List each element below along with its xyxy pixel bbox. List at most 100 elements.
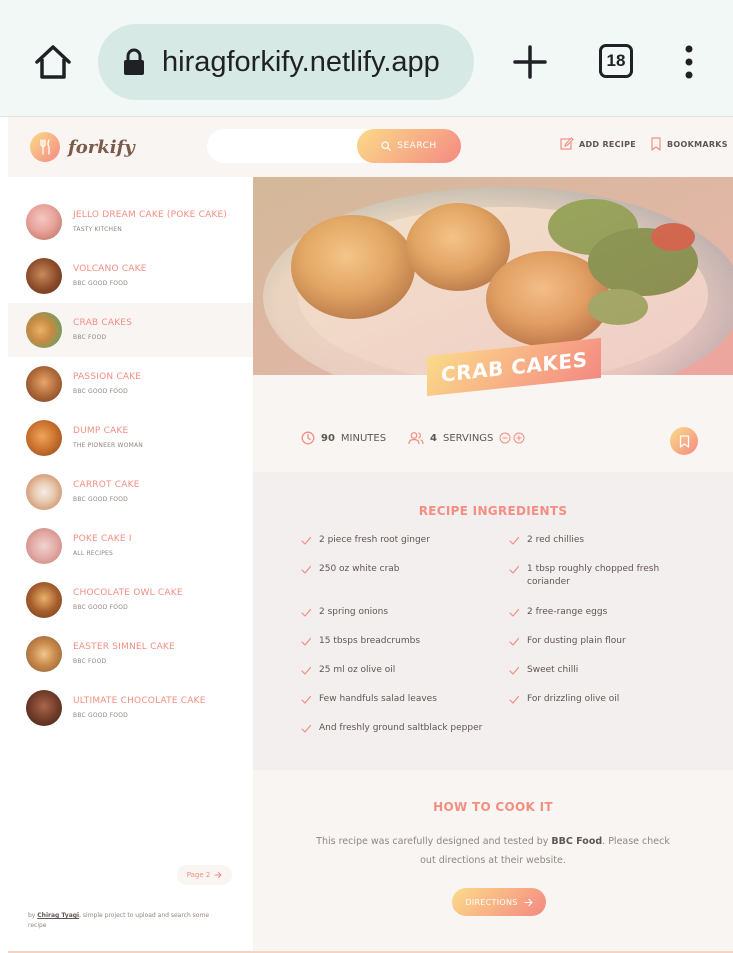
ingredient-item: And freshly ground saltblack pepper: [301, 722, 531, 735]
result-item[interactable]: EASTER SIMNEL CAKE BBC FOOD: [8, 627, 253, 681]
ingredient-text: And freshly ground saltblack pepper: [319, 723, 483, 733]
app-header: forkify SEARCH ADD RECIPE BOOKMARKS: [8, 117, 733, 177]
search-button[interactable]: SEARCH: [357, 129, 461, 163]
result-item[interactable]: CHOCOLATE OWL CAKE BBC GOOD FOOD: [8, 573, 253, 627]
result-thumbnail: [26, 636, 62, 672]
add-recipe-button[interactable]: ADD RECIPE: [560, 137, 636, 151]
ingredient-item: For drizzling olive oil: [509, 693, 699, 706]
ingredient-text: 2 free-range eggs: [527, 607, 608, 617]
ingredient-text: Few handfuls salad leaves: [319, 694, 437, 704]
pagination-next-button[interactable]: Page 2: [177, 865, 232, 885]
recipe-details: 90 MINUTES 4 SERVINGS: [253, 421, 733, 461]
ingredient-text: For dusting plain flour: [527, 636, 626, 646]
arrow-right-icon: [214, 872, 222, 878]
recipe-view: CRAB CAKES 90 MINUTES 4 SERVINGS RECIPE …: [253, 177, 733, 953]
ingredient-text: 2 piece fresh root ginger: [319, 535, 430, 545]
ingredient-item: 250 oz white crab: [301, 563, 491, 576]
bookmark-recipe-button[interactable]: [670, 427, 698, 455]
result-publisher: BBC FOOD: [73, 658, 107, 665]
recipe-title: CRAB CAKES: [441, 347, 588, 387]
recipe-image: [253, 177, 733, 375]
result-title: POKE CAKE I: [73, 534, 132, 544]
recipe-ingredients: RECIPE INGREDIENTS 2 piece fresh root gi…: [253, 472, 733, 770]
result-item[interactable]: ULTIMATE CHOCOLATE CAKE BBC GOOD FOOD: [8, 681, 253, 735]
ingredient-item: 2 spring onions: [301, 606, 491, 619]
result-thumbnail: [26, 420, 62, 456]
menu-icon[interactable]: [682, 44, 696, 80]
logo[interactable]: forkify: [30, 131, 135, 163]
ingredient-item: 2 piece fresh root ginger: [301, 534, 491, 547]
logo-text: forkify: [68, 136, 135, 158]
result-thumbnail: [26, 366, 62, 402]
cook-heading: HOW TO COOK IT: [433, 800, 553, 814]
author-link[interactable]: Chirag Tyagi: [37, 912, 79, 919]
add-recipe-label: ADD RECIPE: [579, 139, 637, 149]
check-icon: [509, 637, 519, 646]
result-item[interactable]: DUMP CAKE THE PIONEER WOMAN: [8, 411, 253, 465]
ingredient-item: 2 free-range eggs: [509, 606, 699, 619]
pagination-label: Page 2: [186, 871, 211, 879]
address-bar[interactable]: hiragforkify.netlify.app: [98, 24, 474, 100]
result-title: PASSION CAKE: [73, 372, 142, 382]
result-thumbnail: [26, 204, 62, 240]
result-title: CHOCOLATE OWL CAKE: [73, 588, 183, 598]
plus-circle-icon[interactable]: [513, 432, 525, 444]
result-publisher: ALL RECIPES: [73, 550, 114, 557]
result-thumbnail: [26, 312, 62, 348]
browser-toolbar: hiragforkify.netlify.app 18: [0, 0, 733, 117]
ingredient-item: 15 tbsps breadcrumbs: [301, 635, 491, 648]
tabs-icon[interactable]: 18: [599, 44, 633, 78]
copyright-by: by: [28, 912, 36, 919]
url-text: hiragforkify.netlify.app: [162, 46, 440, 78]
recipe-directions: HOW TO COOK IT This recipe was carefully…: [253, 770, 733, 953]
result-publisher: THE PIONEER WOMAN: [73, 442, 143, 449]
bookmarks-button[interactable]: BOOKMARKS: [650, 137, 728, 151]
home-icon[interactable]: [33, 42, 73, 82]
result-publisher: BBC FOOD: [73, 334, 107, 341]
result-item[interactable]: JELLO DREAM CAKE (POKE CAKE) TASTY KITCH…: [8, 195, 253, 249]
check-icon: [509, 536, 519, 545]
directions-text-before: This recipe was carefully designed and t…: [316, 836, 552, 847]
ingredient-text: 2 spring onions: [319, 607, 389, 617]
check-icon: [509, 666, 519, 675]
result-title: CRAB CAKES: [73, 318, 133, 328]
servings-value: 4: [430, 432, 437, 444]
directions-publisher: BBC Food: [551, 836, 603, 847]
arrow-right-icon: [524, 898, 533, 906]
result-item[interactable]: CARROT CAKE BBC GOOD FOOD: [8, 465, 253, 519]
check-icon: [301, 536, 311, 545]
ingredient-item: For dusting plain flour: [509, 635, 699, 648]
result-publisher: BBC GOOD FOOD: [73, 388, 128, 395]
check-icon: [301, 608, 311, 617]
result-publisher: BBC GOOD FOOD: [73, 496, 128, 503]
clock-icon: [301, 431, 315, 445]
result-thumbnail: [26, 528, 62, 564]
search-input[interactable]: [207, 129, 357, 163]
result-item[interactable]: PASSION CAKE BBC GOOD FOOD: [8, 357, 253, 411]
result-thumbnail: [26, 582, 62, 618]
search-button-label: SEARCH: [397, 141, 437, 151]
bookmark-icon: [679, 434, 689, 448]
minutes-label: MINUTES: [340, 432, 387, 444]
ingredient-text: Sweet chilli: [527, 665, 579, 675]
ingredients-heading: RECIPE INGREDIENTS: [418, 504, 568, 518]
result-item[interactable]: POKE CAKE I ALL RECIPES: [8, 519, 253, 573]
check-icon: [301, 666, 311, 675]
lock-icon: [124, 48, 144, 75]
check-icon: [509, 608, 519, 617]
result-title: ULTIMATE CHOCOLATE CAKE: [73, 696, 206, 706]
ingredient-text: 25 ml oz olive oil: [319, 665, 396, 675]
ingredient-item: 2 red chillies: [509, 534, 699, 547]
directions-button-label: DIRECTIONS: [465, 897, 518, 907]
plus-icon[interactable]: [512, 44, 548, 80]
bookmark-icon: [651, 137, 661, 151]
directions-button[interactable]: DIRECTIONS: [452, 888, 546, 916]
users-icon: [408, 432, 424, 445]
result-item[interactable]: VOLCANO CAKE BBC GOOD FOOD: [8, 249, 253, 303]
minus-circle-icon[interactable]: [499, 432, 511, 444]
result-publisher: BBC GOOD FOOD: [73, 280, 128, 287]
directions-text: This recipe was carefully designed and t…: [313, 832, 673, 870]
fork-logo-icon: [30, 132, 60, 162]
result-item-active[interactable]: CRAB CAKES BBC FOOD: [8, 303, 253, 357]
check-icon: [301, 695, 311, 704]
